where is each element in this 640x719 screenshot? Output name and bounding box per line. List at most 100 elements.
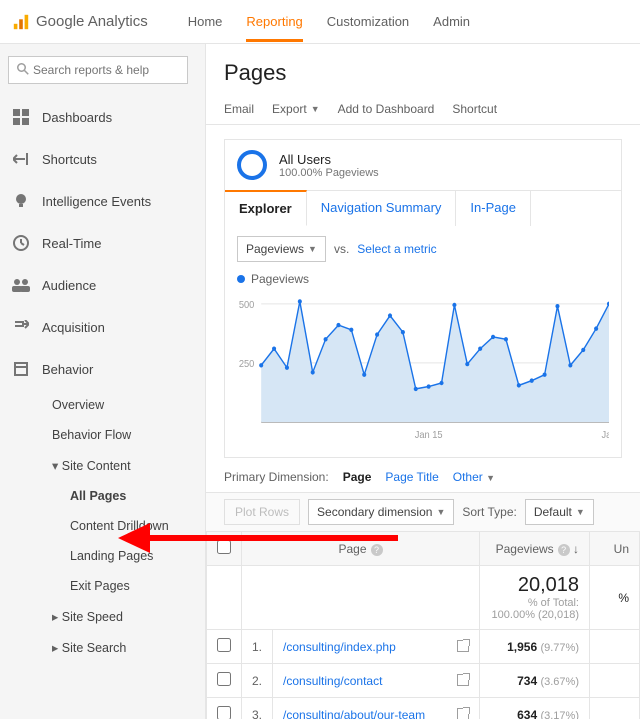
sub-overview[interactable]: Overview [24,390,197,420]
page-link[interactable]: /consulting/index.php [283,640,396,654]
row-un [590,630,640,664]
dim-page-title[interactable]: Page Title [385,470,438,484]
tab-nav-summary[interactable]: Navigation Summary [307,191,457,226]
sidebar-item-realtime[interactable]: Real-Time [8,222,197,264]
nav-reporting[interactable]: Reporting [246,2,302,41]
chart-legend: Pageviews [237,272,609,292]
main-content: Pages Email Export ▼ Add to Dashboard Sh… [205,44,640,719]
top-nav: Home Reporting Customization Admin [188,2,470,41]
clock-icon [12,234,30,252]
topbar: Google Analytics Home Reporting Customiz… [0,0,640,44]
sidebar: Dashboards Shortcuts Intelligence Events… [0,44,205,719]
row-index: 1. [242,630,273,664]
svg-text:Jan: Jan [602,430,609,441]
page-title: Pages [206,44,640,94]
site-content-children: All Pages Content Drilldown Landing Page… [24,481,197,601]
metric-dropdown[interactable]: Pageviews ▼ [237,236,326,262]
nav-home[interactable]: Home [188,2,223,41]
sidebar-item-shortcuts[interactable]: Shortcuts [8,138,197,180]
sub-site-search[interactable]: Site Search [24,632,197,663]
nav-admin[interactable]: Admin [433,2,470,41]
external-link-icon[interactable] [457,640,469,652]
site-content-label: Site Content [62,459,131,473]
segment-title: All Users [279,152,379,167]
plot-rows-button: Plot Rows [224,499,300,525]
prim-dim-label: Primary Dimension: [224,470,329,484]
external-link-icon[interactable] [457,674,469,686]
row-pv: 734 (3.67%) [480,664,590,698]
row-pv: 1,956 (9.77%) [480,630,590,664]
sidebar-item-intelligence[interactable]: Intelligence Events [8,180,197,222]
chart-area: Pageviews 250500Jan 15Jan [225,272,621,457]
site-search-label: Site Search [62,641,127,655]
row-checkbox[interactable] [217,638,231,652]
row-checkbox[interactable] [217,706,231,719]
page-link[interactable]: /consulting/contact [283,674,382,688]
row-page: /consulting/about/our-team [273,698,480,719]
sidebar-item-audience[interactable]: Audience [8,264,197,306]
report-toolbar: Email Export ▼ Add to Dashboard Shortcut [206,94,640,125]
behavior-children: Overview Behavior Flow Site Content All … [8,390,197,663]
sub-content-drilldown[interactable]: Content Drilldown [42,511,197,541]
legend-label: Pageviews [251,272,309,286]
select-all-checkbox[interactable] [217,540,231,554]
sidebar-item-behavior[interactable]: Behavior [8,348,197,390]
col-page[interactable]: Page? [242,532,480,566]
tb-export[interactable]: Export ▼ [272,102,320,116]
ga-logo-icon [12,13,30,31]
tab-explorer[interactable]: Explorer [225,190,307,226]
external-link-icon[interactable] [457,708,469,719]
table-row: 1. /consulting/index.php 1,956 (9.77%) [207,630,640,664]
sort-type-label: Sort Type: [462,505,516,519]
totals-row: 20,018% of Total: 100.00% (20,018) % [207,566,640,630]
page-link[interactable]: /consulting/about/our-team [283,708,425,719]
help-icon[interactable]: ? [558,544,570,556]
dim-other[interactable]: Other ▼ [453,470,495,484]
total-un: % [590,566,640,630]
tb-shortcut[interactable]: Shortcut [452,102,497,116]
table-row: 3./consulting/about/our-team634 (3.17%) [207,698,640,719]
legend-dot-icon [237,275,245,283]
sub-all-pages[interactable]: All Pages [42,481,197,511]
total-pv: 20,018% of Total: 100.00% (20,018) [480,566,590,630]
tab-in-page[interactable]: In-Page [456,191,531,226]
tb-add-dashboard[interactable]: Add to Dashboard [338,102,435,116]
line-chart: 250500Jan 15Jan [237,292,609,442]
caret-down-icon: ▼ [576,507,585,517]
nav-customization[interactable]: Customization [327,2,409,41]
dim-page[interactable]: Page [343,470,372,484]
behavior-icon [12,360,30,378]
svg-text:500: 500 [239,300,254,311]
col-unique[interactable]: Un [590,532,640,566]
sub-site-content[interactable]: Site Content [24,450,197,481]
site-speed-label: Site Speed [62,610,123,624]
row-checkbox[interactable] [217,672,231,686]
sidebar-item-dashboards[interactable]: Dashboards [8,96,197,138]
shortcuts-icon [12,150,30,168]
segment-header[interactable]: All Users 100.00% Pageviews [225,140,621,191]
help-icon[interactable]: ? [371,544,383,556]
caret-down-icon: ▼ [308,244,317,254]
row-un [590,664,640,698]
vs-label: vs. [334,242,349,256]
segment-panel: All Users 100.00% Pageviews Explorer Nav… [224,139,622,458]
table-row: 2./consulting/contact734 (3.67%) [207,664,640,698]
search-box[interactable] [8,56,188,84]
chart-controls: Pageviews ▼ vs. Select a metric [225,226,621,272]
sort-type-dropdown[interactable]: Default ▼ [525,499,594,525]
secondary-dim-dropdown[interactable]: Secondary dimension ▼ [308,499,454,525]
tb-email[interactable]: Email [224,102,254,116]
sidebar-item-acquisition[interactable]: Acquisition [8,306,197,348]
select-metric-link[interactable]: Select a metric [357,242,436,256]
data-table: Page? Pageviews? ↓ Un 20,018% of Total: … [206,531,640,719]
sub-exit-pages[interactable]: Exit Pages [42,571,197,601]
sub-site-speed[interactable]: Site Speed [24,601,197,632]
row-un [590,698,640,719]
sub-behavior-flow[interactable]: Behavior Flow [24,420,197,450]
row-pv: 634 (3.17%) [480,698,590,719]
primary-dimension-row: Primary Dimension: Page Page Title Other… [206,458,640,492]
col-pageviews[interactable]: Pageviews? ↓ [480,532,590,566]
col-checkbox [207,532,242,566]
sub-landing-pages[interactable]: Landing Pages [42,541,197,571]
search-input[interactable] [33,63,179,77]
